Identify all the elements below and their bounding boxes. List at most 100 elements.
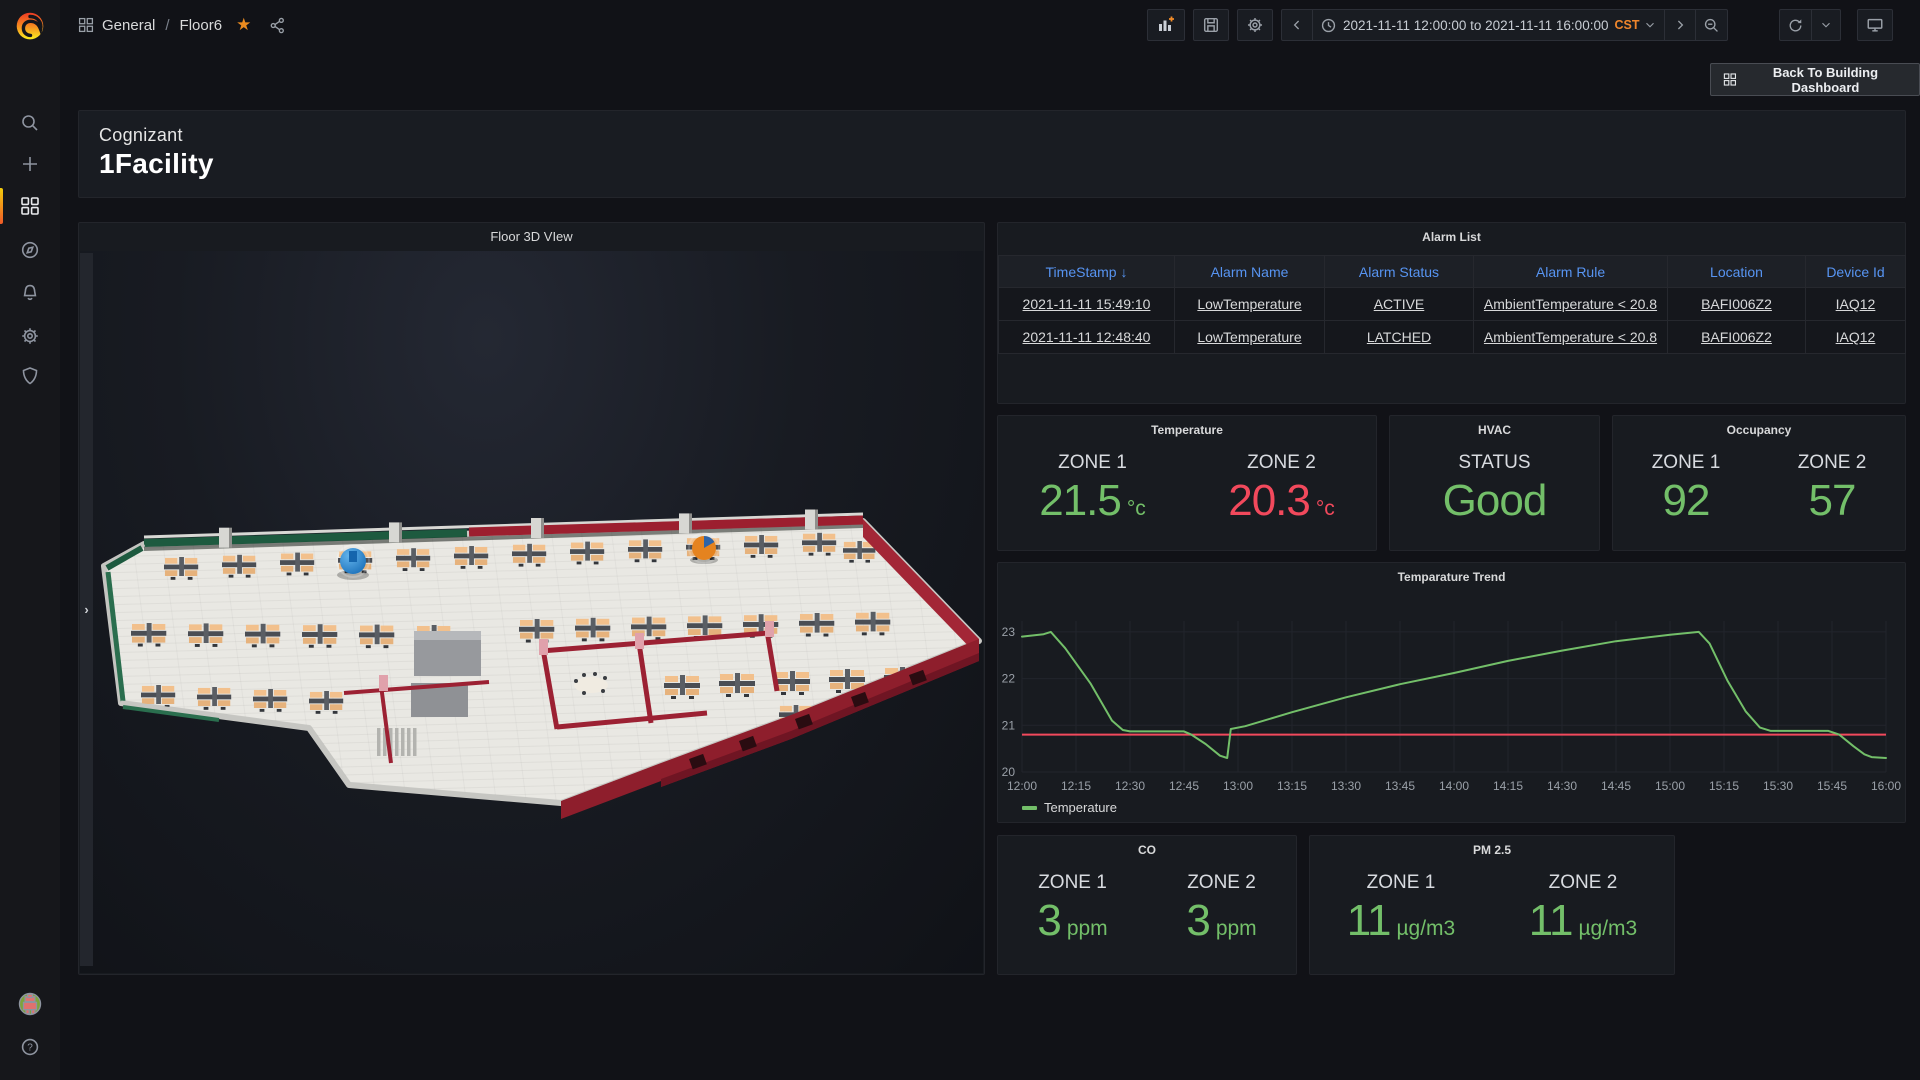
panel-temperature: Temperature ZONE 1 21.5°c ZONE 2 20.3°c <box>997 415 1377 551</box>
shield-icon <box>20 366 40 386</box>
column-header-alarm-name[interactable]: Alarm Name <box>1175 256 1325 288</box>
panel-header-temperature[interactable]: Temperature <box>998 416 1376 444</box>
layer-drawer-toggle[interactable]: › <box>80 253 93 966</box>
sidebar-item-create[interactable] <box>0 143 60 185</box>
sidebar-item-dashboards[interactable] <box>0 185 60 227</box>
breadcrumb-page[interactable]: Floor6 <box>180 17 223 34</box>
sidebar-item-server-admin[interactable] <box>0 355 60 397</box>
svg-text:16:00: 16:00 <box>1871 779 1901 793</box>
sidebar-item-explore[interactable] <box>0 229 60 271</box>
stat-value: 11µg/m3 <box>1347 898 1455 944</box>
stat-label: ZONE 2 <box>1798 452 1867 474</box>
sidebar-item-configuration[interactable] <box>0 315 60 357</box>
facility-name: 1Facility <box>99 148 1885 180</box>
svg-text:15:30: 15:30 <box>1763 779 1793 793</box>
time-range-back-button[interactable] <box>1282 10 1312 40</box>
breadcrumb-section[interactable]: General <box>102 17 155 34</box>
svg-text:13:00: 13:00 <box>1223 779 1253 793</box>
share-icon[interactable] <box>269 17 286 34</box>
time-picker: 2021-11-11 12:00:00 to 2021-11-11 16:00:… <box>1281 9 1728 41</box>
legend-swatch <box>1022 806 1037 810</box>
panel-header-trend[interactable]: Temparature Trend <box>998 563 1905 591</box>
svg-text:15:45: 15:45 <box>1817 779 1847 793</box>
column-header-device-id[interactable]: Device Id <box>1806 256 1906 288</box>
add-panel-button[interactable] <box>1147 9 1185 41</box>
alarm-device-link[interactable]: IAQ12 <box>1836 329 1876 345</box>
panel-header-pm25[interactable]: PM 2.5 <box>1310 836 1674 864</box>
column-header-timestamp[interactable]: TimeStamp ↓ <box>999 256 1175 288</box>
column-header-location[interactable]: Location <box>1668 256 1806 288</box>
legend-item-temperature[interactable]: Temperature <box>1022 800 1117 815</box>
stat-hvac-status: STATUS Good <box>1443 452 1547 524</box>
alarm-rule-link[interactable]: AmbientTemperature < 20.8 <box>1484 329 1657 345</box>
stat-temperature-zone1: ZONE 1 21.5°c <box>1039 452 1146 524</box>
stat-value: 11µg/m3 <box>1529 898 1637 944</box>
panel-header-hvac[interactable]: HVAC <box>1390 416 1599 444</box>
stat-label: STATUS <box>1443 452 1547 474</box>
breadcrumb: General / Floor6 ★ <box>78 15 286 35</box>
chevron-down-icon <box>1643 18 1657 32</box>
sidebar-item-profile[interactable] <box>0 983 60 1025</box>
svg-text:?: ? <box>27 1043 33 1054</box>
panel-floor-3d-view: Floor 3D VIew › <box>78 222 985 975</box>
panel-header-alarm-list[interactable]: Alarm List <box>998 223 1905 251</box>
save-dashboard-button[interactable] <box>1193 9 1229 41</box>
kiosk-mode-button[interactable] <box>1857 9 1893 41</box>
panel-co: CO ZONE 1 3ppm ZONE 2 3ppm <box>997 835 1297 975</box>
svg-text:14:00: 14:00 <box>1439 779 1469 793</box>
panel-alarm-list: Alarm List TimeStamp ↓ Alarm Name Alarm … <box>997 222 1906 404</box>
sidebar-item-alerting[interactable] <box>0 272 60 314</box>
alarm-timestamp-link[interactable]: 2021-11-11 15:49:10 <box>1023 296 1151 312</box>
svg-text:14:30: 14:30 <box>1547 779 1577 793</box>
alarm-timestamp-link[interactable]: 2021-11-11 12:48:40 <box>1023 329 1151 345</box>
stat-value: 21.5°c <box>1039 478 1146 524</box>
alarm-status-link[interactable]: ACTIVE <box>1374 296 1425 312</box>
chevron-right-icon <box>1672 17 1688 33</box>
refresh-interval-dropdown[interactable] <box>1811 10 1840 40</box>
grafana-logo[interactable] <box>13 8 47 42</box>
sidebar-item-search[interactable] <box>0 102 60 144</box>
column-header-alarm-rule[interactable]: Alarm Rule <box>1474 256 1668 288</box>
alarm-status-link[interactable]: LATCHED <box>1367 329 1431 345</box>
time-range-label: 2021-11-11 12:00:00 to 2021-11-11 16:00:… <box>1343 18 1608 33</box>
alarm-table-header-row: TimeStamp ↓ Alarm Name Alarm Status Alar… <box>999 256 1906 288</box>
panel-header-co[interactable]: CO <box>998 836 1296 864</box>
sidebar-item-help[interactable]: ? <box>0 1026 60 1068</box>
panel-dashboard-header: Cognizant 1Facility <box>78 110 1906 198</box>
alarm-name-link[interactable]: LowTemperature <box>1197 329 1301 345</box>
panel-header-floor3d[interactable]: Floor 3D VIew <box>79 223 984 251</box>
user-avatar <box>17 991 43 1017</box>
dashboard-settings-button[interactable] <box>1237 9 1273 41</box>
favorite-star-icon[interactable]: ★ <box>236 15 251 35</box>
alarm-name-link[interactable]: LowTemperature <box>1197 296 1301 312</box>
stat-label: ZONE 1 <box>1652 452 1721 474</box>
panel-header-occupancy[interactable]: Occupancy <box>1613 416 1905 444</box>
floor-3d-model <box>79 223 986 976</box>
refresh-button[interactable] <box>1780 10 1811 40</box>
time-range-display[interactable]: 2021-11-11 12:00:00 to 2021-11-11 16:00:… <box>1312 10 1664 40</box>
alarm-device-link[interactable]: IAQ12 <box>1836 296 1876 312</box>
back-to-building-dashboard-button[interactable]: Back To Building Dashboard <box>1710 63 1920 96</box>
compass-icon <box>20 240 40 260</box>
alarm-table: TimeStamp ↓ Alarm Name Alarm Status Alar… <box>998 255 1906 354</box>
panel-occupancy: Occupancy ZONE 1 92 ZONE 2 57 <box>1612 415 1906 551</box>
alarm-rule-link[interactable]: AmbientTemperature < 20.8 <box>1484 296 1657 312</box>
alarm-location-link[interactable]: BAFI006Z2 <box>1701 296 1772 312</box>
legend-label: Temperature <box>1044 800 1117 815</box>
zoom-out-time-button[interactable] <box>1695 10 1727 40</box>
clock-icon <box>1320 17 1337 34</box>
time-range-forward-button[interactable] <box>1664 10 1695 40</box>
svg-text:12:45: 12:45 <box>1169 779 1199 793</box>
alarm-location-link[interactable]: BAFI006Z2 <box>1701 329 1772 345</box>
panel-hvac: HVAC STATUS Good <box>1389 415 1600 551</box>
grafana-dashboard: ? General / Floor6 ★ <box>0 0 1920 1080</box>
chevron-down-icon <box>1819 18 1833 32</box>
stat-co-zone2: ZONE 2 3ppm <box>1186 872 1256 944</box>
stat-value: 3ppm <box>1186 898 1256 944</box>
timezone-label: CST <box>1614 18 1639 32</box>
apps-grid-icon <box>1723 72 1737 87</box>
chevron-right-icon: › <box>84 602 88 617</box>
column-header-alarm-status[interactable]: Alarm Status <box>1325 256 1474 288</box>
stat-label: ZONE 1 <box>1037 872 1107 894</box>
svg-text:14:15: 14:15 <box>1493 779 1523 793</box>
